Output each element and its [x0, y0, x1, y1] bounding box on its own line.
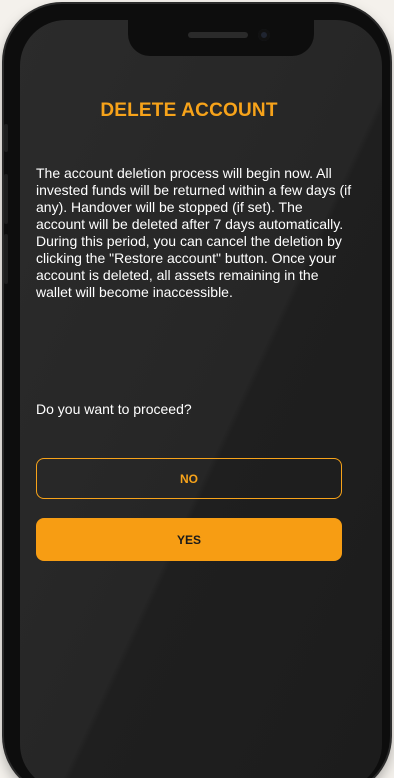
camera-icon [258, 29, 270, 41]
page: DELETE ACCOUNT The account deletion proc… [0, 0, 394, 778]
phone-notch [128, 20, 314, 56]
dialog-question: Do you want to proceed? [36, 401, 192, 417]
no-button-label: NO [180, 471, 198, 486]
phone-side-button [4, 124, 8, 152]
phone-side-button [4, 234, 8, 284]
dialog-message: The account deletion process will begin … [36, 165, 352, 300]
yes-button[interactable]: YES [36, 518, 342, 561]
dialog-title: DELETE ACCOUNT [100, 100, 278, 121]
no-button[interactable]: NO [36, 458, 342, 499]
phone-screen [20, 20, 382, 778]
yes-button-label: YES [176, 532, 201, 547]
speaker-icon [188, 32, 248, 38]
phone-side-button [4, 174, 8, 224]
